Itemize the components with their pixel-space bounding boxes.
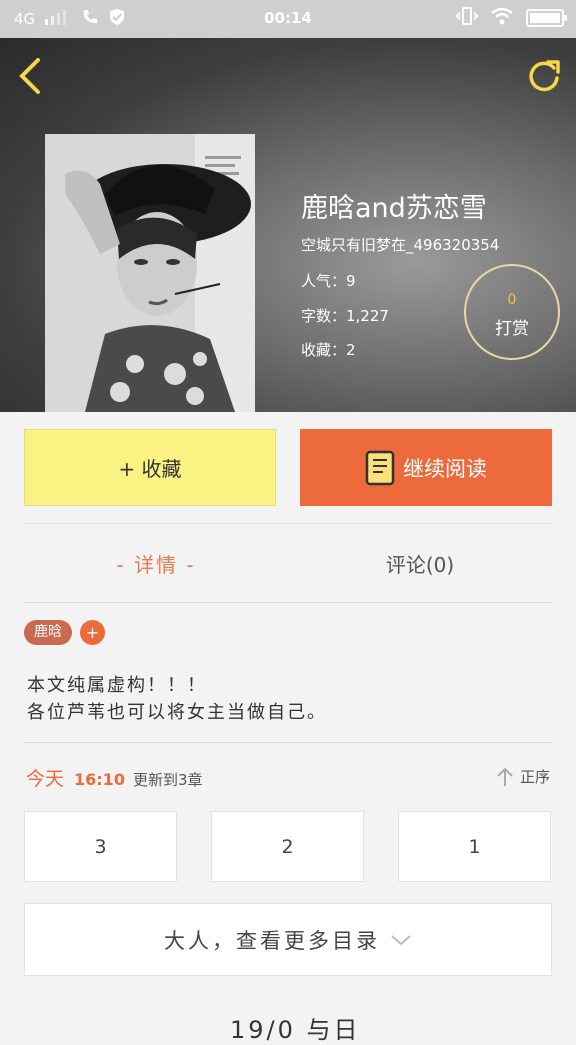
add-tag-button[interactable]: +	[80, 620, 105, 645]
description-line: 各位芦苇也可以将女主当做自己。	[27, 702, 327, 723]
book-description: 本文纯属虚构！！！ 各位芦苇也可以将女主当做自己。	[27, 672, 327, 726]
author-name[interactable]: 空城只有旧梦在_496320354	[301, 234, 499, 255]
refresh-icon	[529, 60, 560, 92]
tab-comment[interactable]: 评论(0)	[288, 524, 552, 602]
collect-button[interactable]: + 收藏	[24, 429, 276, 506]
cover-image	[45, 134, 255, 412]
sort-toggle[interactable]: 正序	[496, 766, 550, 787]
tip-count: 0	[507, 292, 517, 308]
status-bar: 4G 00:14	[0, 0, 576, 38]
chapter-button[interactable]: 1	[398, 811, 551, 882]
continue-reading-button[interactable]: 继续阅读	[300, 429, 552, 506]
book-header: 鹿晗and苏恋雪 空城只有旧梦在_496320354 人气：9 字数：1,227…	[0, 38, 576, 412]
tip-label: 打赏	[495, 319, 529, 339]
chevron-down-icon	[391, 934, 411, 945]
sort-label: 正序	[519, 768, 550, 786]
tab-detail[interactable]: - 详情 -	[24, 524, 288, 602]
update-text: 更新到3章	[132, 771, 203, 789]
book-title: 鹿晗and苏恋雪	[301, 193, 487, 224]
tip-button[interactable]: 0 打赏	[464, 264, 560, 360]
refresh-button[interactable]	[524, 56, 564, 96]
continue-reading-label: 继续阅读	[403, 456, 487, 481]
update-day: 今天	[26, 768, 65, 790]
wifi-icon	[490, 7, 514, 29]
update-info: 今天 16:10 更新到3章	[26, 764, 203, 791]
arrow-up-icon	[497, 767, 513, 786]
divider	[24, 742, 552, 743]
back-button[interactable]	[14, 56, 48, 96]
chevron-left-icon	[19, 58, 40, 94]
description-line: 本文纯属虚构！！！	[27, 675, 207, 696]
book-icon	[365, 450, 395, 485]
more-catalog-label: 大人，查看更多目录	[164, 928, 380, 953]
collect-label: + 收藏	[118, 457, 182, 481]
more-catalog-button[interactable]: 大人，查看更多目录	[24, 903, 552, 976]
tab-bar: - 详情 - 评论(0)	[24, 524, 552, 602]
word-count: 字数：1,227	[301, 307, 389, 325]
chapter-button[interactable]: 2	[211, 811, 364, 882]
popularity: 人气：9	[301, 272, 356, 290]
tag-luhan[interactable]: 鹿晗	[24, 620, 72, 645]
favorites-count: 收藏：2	[301, 341, 356, 359]
vibrate-icon	[456, 7, 478, 29]
divider	[24, 602, 552, 603]
cut-off-text: 19/0 与日	[230, 1016, 361, 1044]
update-time: 16:10	[74, 770, 125, 789]
battery-icon	[526, 9, 567, 27]
book-cover[interactable]	[45, 134, 255, 412]
chapter-button[interactable]: 3	[24, 811, 177, 882]
